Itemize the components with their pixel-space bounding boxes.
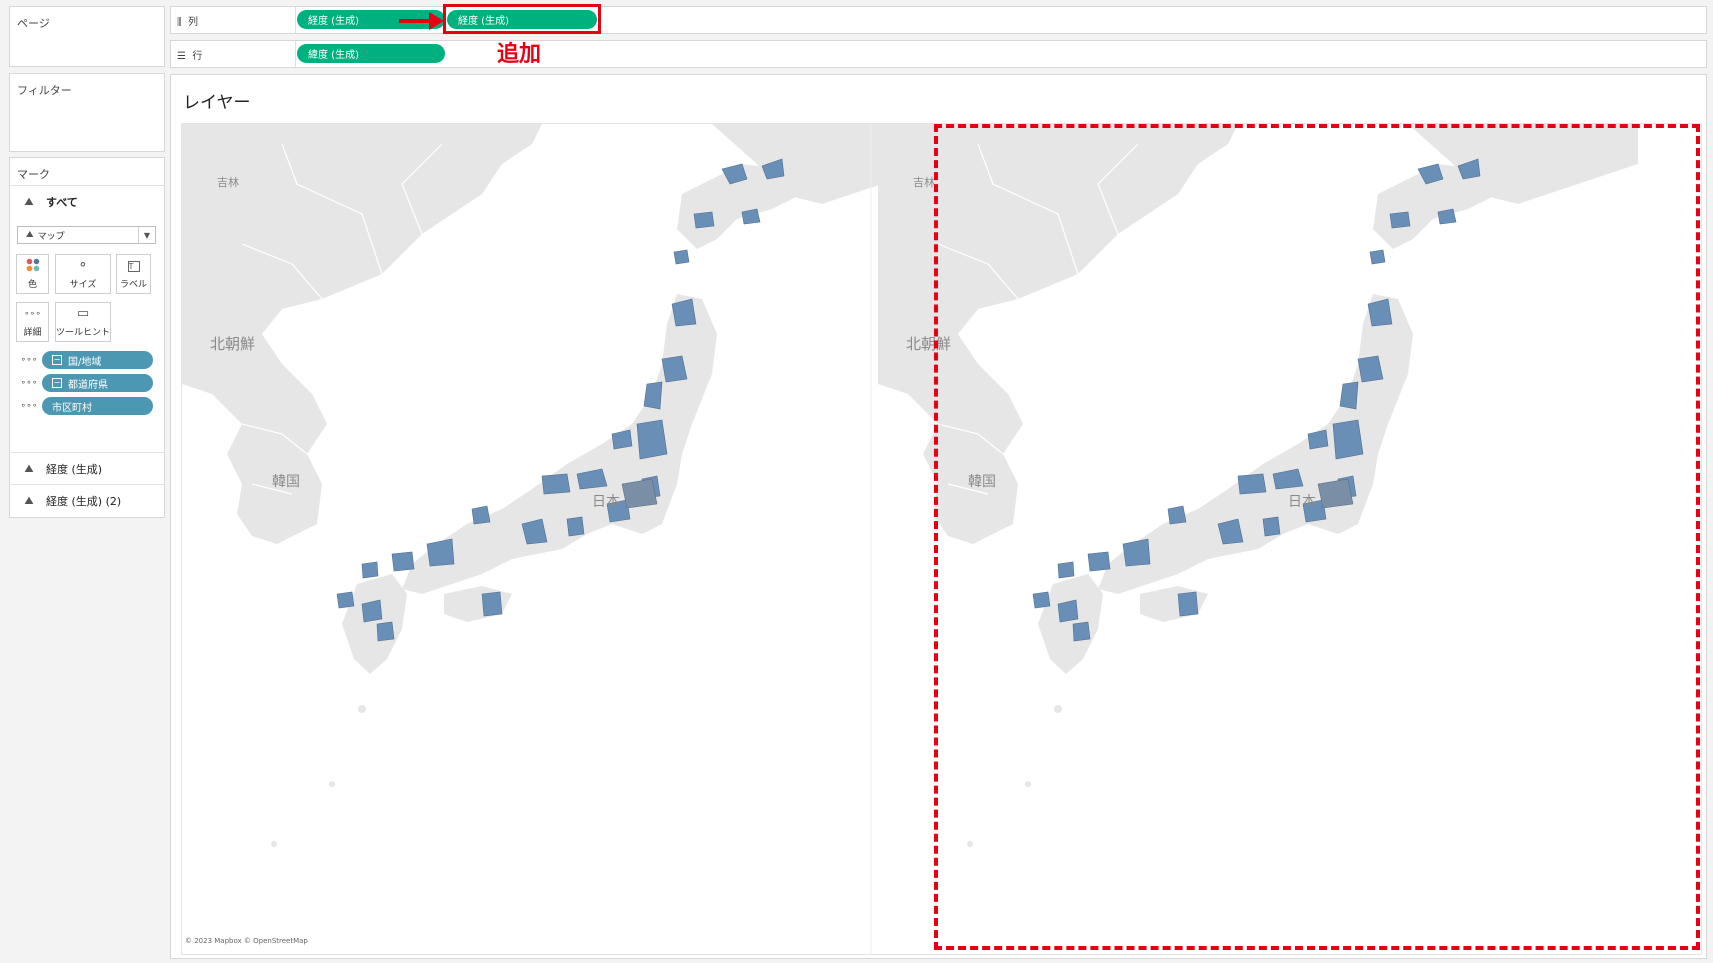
detail-dots-icon: ∘∘∘: [24, 309, 41, 319]
field-pill-label: 国/地域: [68, 356, 102, 368]
field-row: ∘∘∘ 市区町村: [20, 397, 153, 415]
layer-row[interactable]: ⛰ 経度 (生成): [10, 452, 164, 484]
tooltip-button[interactable]: ▭ ツールヒント: [55, 302, 111, 342]
viz-title: レイヤー: [183, 93, 251, 113]
text-label-icon: T: [127, 258, 140, 274]
field-pill[interactable]: 市区町村: [42, 397, 153, 415]
speech-bubble-icon: ▭: [76, 306, 90, 321]
color-button[interactable]: 色: [16, 254, 49, 294]
filters-title: フィルター: [17, 84, 72, 97]
shelf-divider: [295, 7, 296, 33]
rows-icon: ☰: [177, 51, 186, 62]
annotation-dashed-box: [934, 124, 1700, 950]
map-label-japan: 日本: [592, 493, 620, 509]
rows-label: 行: [192, 51, 203, 62]
map-label-jilin: 吉林: [217, 175, 239, 189]
map-icon: ⛰: [26, 230, 34, 240]
map-layer-icon: ⛰: [24, 493, 34, 507]
field-pill-label: 都道府県: [68, 379, 108, 391]
chevron-down-icon[interactable]: ▼: [138, 227, 155, 243]
columns-label-wrap: ⫼ 列: [177, 13, 287, 28]
pages-title: ページ: [17, 17, 50, 30]
color-dots-icon: [26, 258, 40, 274]
marks-all-row[interactable]: ⛰ すべて: [10, 185, 164, 217]
annotation-arrow-icon: [399, 12, 444, 30]
detail-button[interactable]: ∘∘∘ 詳細: [16, 302, 49, 342]
color-button-label: 色: [27, 280, 37, 290]
filters-card[interactable]: フィルター: [9, 73, 165, 152]
size-icon: ⚬: [77, 258, 89, 273]
columns-icon: ⫼: [177, 17, 182, 28]
mark-type-select[interactable]: ⛰ マップ ▼: [17, 226, 156, 244]
collapse-icon[interactable]: −: [52, 355, 62, 365]
field-pill[interactable]: − 都道府県: [42, 374, 153, 392]
detail-button-label: 詳細: [23, 328, 42, 338]
map-layer-icon: ⛰: [24, 194, 34, 208]
rows-shelf[interactable]: ☰ 行 緯度 (生成): [170, 40, 1707, 68]
map-attribution[interactable]: © 2023 Mapbox © OpenStreetMap: [185, 937, 308, 945]
detail-dots-icon: ∘∘∘: [20, 401, 38, 411]
map-label-jilin: 吉林: [913, 175, 935, 189]
map-label-south-korea: 韓国: [272, 473, 300, 489]
rows-label-wrap: ☰ 行: [177, 47, 287, 62]
collapse-icon[interactable]: −: [52, 378, 62, 388]
marks-all-label: すべて: [46, 195, 78, 209]
label-button-label: ラベル: [119, 280, 147, 290]
field-row: ∘∘∘ − 国/地域: [20, 351, 153, 369]
pages-card[interactable]: ページ: [9, 6, 165, 67]
map-label-north-korea: 北朝鮮: [210, 336, 255, 353]
layer-row[interactable]: ⛰ 経度 (生成) (2): [10, 484, 164, 516]
marks-card: マーク ⛰ すべて ⛰ マップ ▼ 色 ⚬ サイズ T ラベル ∘∘∘ 詳細 ▭…: [9, 157, 165, 518]
mark-type-value: マップ: [37, 231, 65, 242]
layer-label: 経度 (生成) (2): [46, 494, 122, 508]
field-row: ∘∘∘ − 都道府県: [20, 374, 153, 392]
rows-pill[interactable]: 緯度 (生成): [297, 44, 445, 63]
detail-dots-icon: ∘∘∘: [20, 378, 38, 388]
map-layer-icon: ⛰: [24, 461, 34, 475]
label-button[interactable]: T ラベル: [116, 254, 151, 294]
columns-label: 列: [187, 17, 198, 28]
annotation-box: [443, 4, 601, 34]
size-button[interactable]: ⚬ サイズ: [55, 254, 111, 294]
field-pill-label: 市区町村: [52, 402, 92, 414]
shelf-divider: [295, 41, 296, 67]
size-button-label: サイズ: [69, 280, 97, 290]
tooltip-button-label: ツールヒント: [56, 328, 111, 338]
layer-label: 経度 (生成): [46, 462, 103, 476]
marks-title: マーク: [17, 168, 50, 181]
detail-dots-icon: ∘∘∘: [20, 355, 38, 365]
field-pill[interactable]: − 国/地域: [42, 351, 153, 369]
annotation-label: 追加: [497, 42, 542, 67]
